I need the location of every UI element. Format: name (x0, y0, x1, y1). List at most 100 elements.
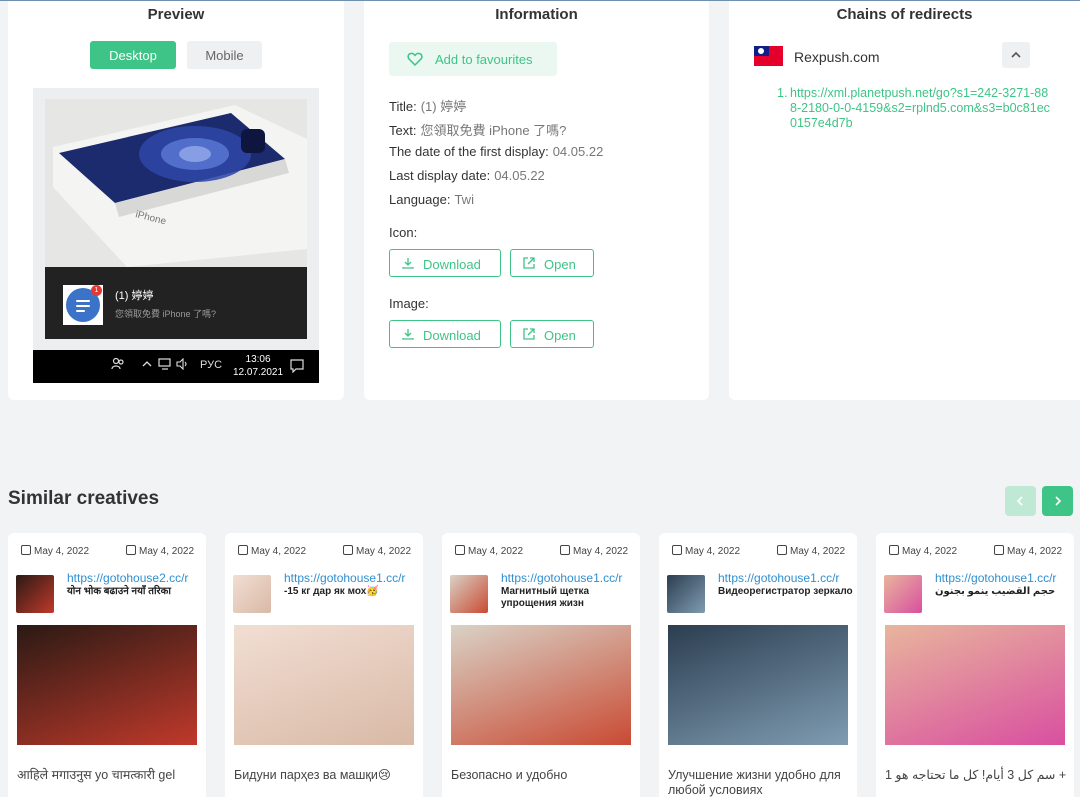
creative-image (234, 625, 414, 745)
clock: 13:06 12.07.2021 (233, 353, 283, 379)
creative-card[interactable]: May 4, 2022 May 4, 2022 https://gotohouse1… (659, 533, 857, 797)
download-icon (402, 329, 414, 340)
first-seen-date: May 4, 2022 (21, 545, 89, 557)
creative-title: Магнитный щетка упрощения жизн (501, 586, 590, 609)
creative-card[interactable]: May 4, 2022 May 4, 2022 https://gotohouse1… (442, 533, 640, 797)
creative-link[interactable]: https://gotohouse1.cc/r (718, 571, 852, 585)
first-seen-date: May 4, 2022 (238, 545, 306, 557)
creative-image (451, 625, 631, 745)
image-download-button[interactable]: Download (389, 320, 501, 348)
ad-network-name: Rexpush.com (794, 49, 880, 65)
creative-link[interactable]: https://gotohouse2.cc/r (67, 571, 201, 585)
information-panel: Information Add to favourites Title: (1) … (364, 1, 709, 400)
info-row-language: Language: Twi (389, 192, 474, 207)
calendar-icon (672, 545, 682, 555)
creative-link[interactable]: https://gotohouse1.cc/r (935, 571, 1069, 585)
first-seen-date: May 4, 2022 (455, 545, 523, 557)
keyboard-language: РУС (200, 359, 223, 371)
creative-caption: Безопасно и удобно (451, 768, 568, 782)
calendar-icon (560, 545, 570, 555)
calendar-icon (889, 545, 899, 555)
open-external-icon (523, 257, 535, 269)
action-center-icon (290, 359, 304, 376)
carousel-prev-button[interactable] (1005, 486, 1036, 516)
calendar-icon (455, 545, 465, 555)
collapse-button[interactable] (1002, 42, 1030, 68)
first-seen-date: May 4, 2022 (672, 545, 740, 557)
info-row-text: Text: 您領取免費 iPhone 了嗎? (389, 123, 567, 138)
icon-section-label: Icon: (389, 225, 418, 240)
image-section-label: Image: (389, 296, 429, 311)
creative-image (885, 625, 1065, 745)
tab-desktop[interactable]: Desktop (90, 41, 176, 69)
calendar-icon (238, 545, 248, 555)
creative-card[interactable]: May 4, 2022 May 4, 2022 https://gotohouse1… (225, 533, 423, 797)
notification-text: 您領取免費 iPhone 了嗎? (115, 309, 217, 319)
download-icon (402, 258, 414, 269)
chevron-up-icon (1011, 51, 1021, 58)
last-seen-date: May 4, 2022 (343, 545, 411, 557)
creative-caption: आहिले मगाउनुस yo चामत्कारी gel (17, 768, 176, 782)
creative-image (17, 625, 197, 745)
clock-date: 12.07.2021 (233, 367, 284, 378)
info-row-title: Title: (1) 婷婷 (389, 99, 467, 114)
calendar-icon (126, 545, 136, 555)
notification-card: 1 (1) 婷婷 您領取免費 iPhone 了嗎? (45, 267, 307, 339)
similar-creatives-title: Similar creatives (8, 488, 160, 509)
chains-panel: Chains of redirects Rexpush.com 1. https… (729, 1, 1080, 400)
creative-caption: Улучшение жизни удобно для любой условия… (668, 768, 841, 797)
creative-icon (450, 575, 488, 613)
creative-link[interactable]: https://gotohouse1.cc/r (501, 571, 635, 585)
icon-open-button[interactable]: Open (510, 249, 594, 277)
creative-link[interactable]: https://gotohouse1.cc/r (284, 571, 418, 585)
creative-caption: Бидуни парҳез ва машқи😢 (234, 768, 391, 782)
network-icon (158, 358, 172, 373)
chevron-up-icon (141, 358, 153, 373)
preview-title: Preview (147, 6, 205, 23)
creative-icon (667, 575, 705, 613)
chevron-left-icon (1016, 496, 1023, 506)
redirect-link[interactable]: https://xml.planetpush.net/go?s1=242-327… (790, 86, 1055, 131)
creative-image (668, 625, 848, 745)
icon-download-button[interactable]: Download (389, 249, 501, 277)
creative-title: -15 кг дар як мох🥳 (284, 586, 379, 597)
creative-title: Видеорегистратор зеркало (718, 586, 853, 597)
notification-preview: iPhone 1 (1) 婷婷 您領取免費 iPhone 了嗎? (33, 88, 319, 383)
creative-title: حجم القضيب ينمو بجنون (935, 586, 1056, 597)
image-open-button[interactable]: Open (510, 320, 594, 348)
notification-badge: 1 (91, 285, 102, 296)
creative-caption: سم كل 3 أيام! كل ما تحتاجه هو 1 + (885, 768, 1067, 782)
open-external-icon (523, 328, 535, 340)
volume-icon (176, 357, 190, 373)
preview-panel: Preview Desktop Mobile iPhone 1 (1) 婷婷 您… (8, 1, 344, 400)
info-row-last-display: Last display date: 04.05.22 (389, 168, 545, 183)
notification-image: iPhone (45, 99, 307, 267)
carousel-next-button[interactable] (1042, 486, 1073, 516)
last-seen-date: May 4, 2022 (994, 545, 1062, 557)
calendar-icon (994, 545, 1004, 555)
heart-icon (407, 52, 423, 67)
iphone-box-image: iPhone (45, 99, 307, 267)
creative-icon (884, 575, 922, 613)
calendar-icon (777, 545, 787, 555)
last-seen-date: May 4, 2022 (126, 545, 194, 557)
creative-icon (16, 575, 54, 613)
message-app-icon: 1 (63, 285, 103, 325)
calendar-icon (343, 545, 353, 555)
add-to-favourites-label: Add to favourites (435, 52, 533, 67)
last-seen-date: May 4, 2022 (777, 545, 845, 557)
creative-card[interactable]: May 4, 2022 May 4, 2022 https://gotohouse1… (876, 533, 1074, 797)
taiwan-flag-icon (754, 46, 783, 66)
creative-card[interactable]: May 4, 2022 May 4, 2022 https://gotohouse2… (8, 533, 206, 797)
add-to-favourites-button[interactable]: Add to favourites (389, 42, 557, 76)
tab-mobile[interactable]: Mobile (187, 41, 262, 69)
chevron-right-icon (1055, 496, 1062, 506)
information-title: Information (495, 6, 578, 23)
redirect-index: 1. (777, 86, 788, 100)
windows-taskbar: РУС 13:06 12.07.2021 (33, 350, 319, 383)
chains-title: Chains of redirects (836, 6, 973, 23)
people-icon (111, 357, 125, 374)
notification-title: (1) 婷婷 (115, 290, 154, 302)
creative-icon (233, 575, 271, 613)
first-seen-date: May 4, 2022 (889, 545, 957, 557)
